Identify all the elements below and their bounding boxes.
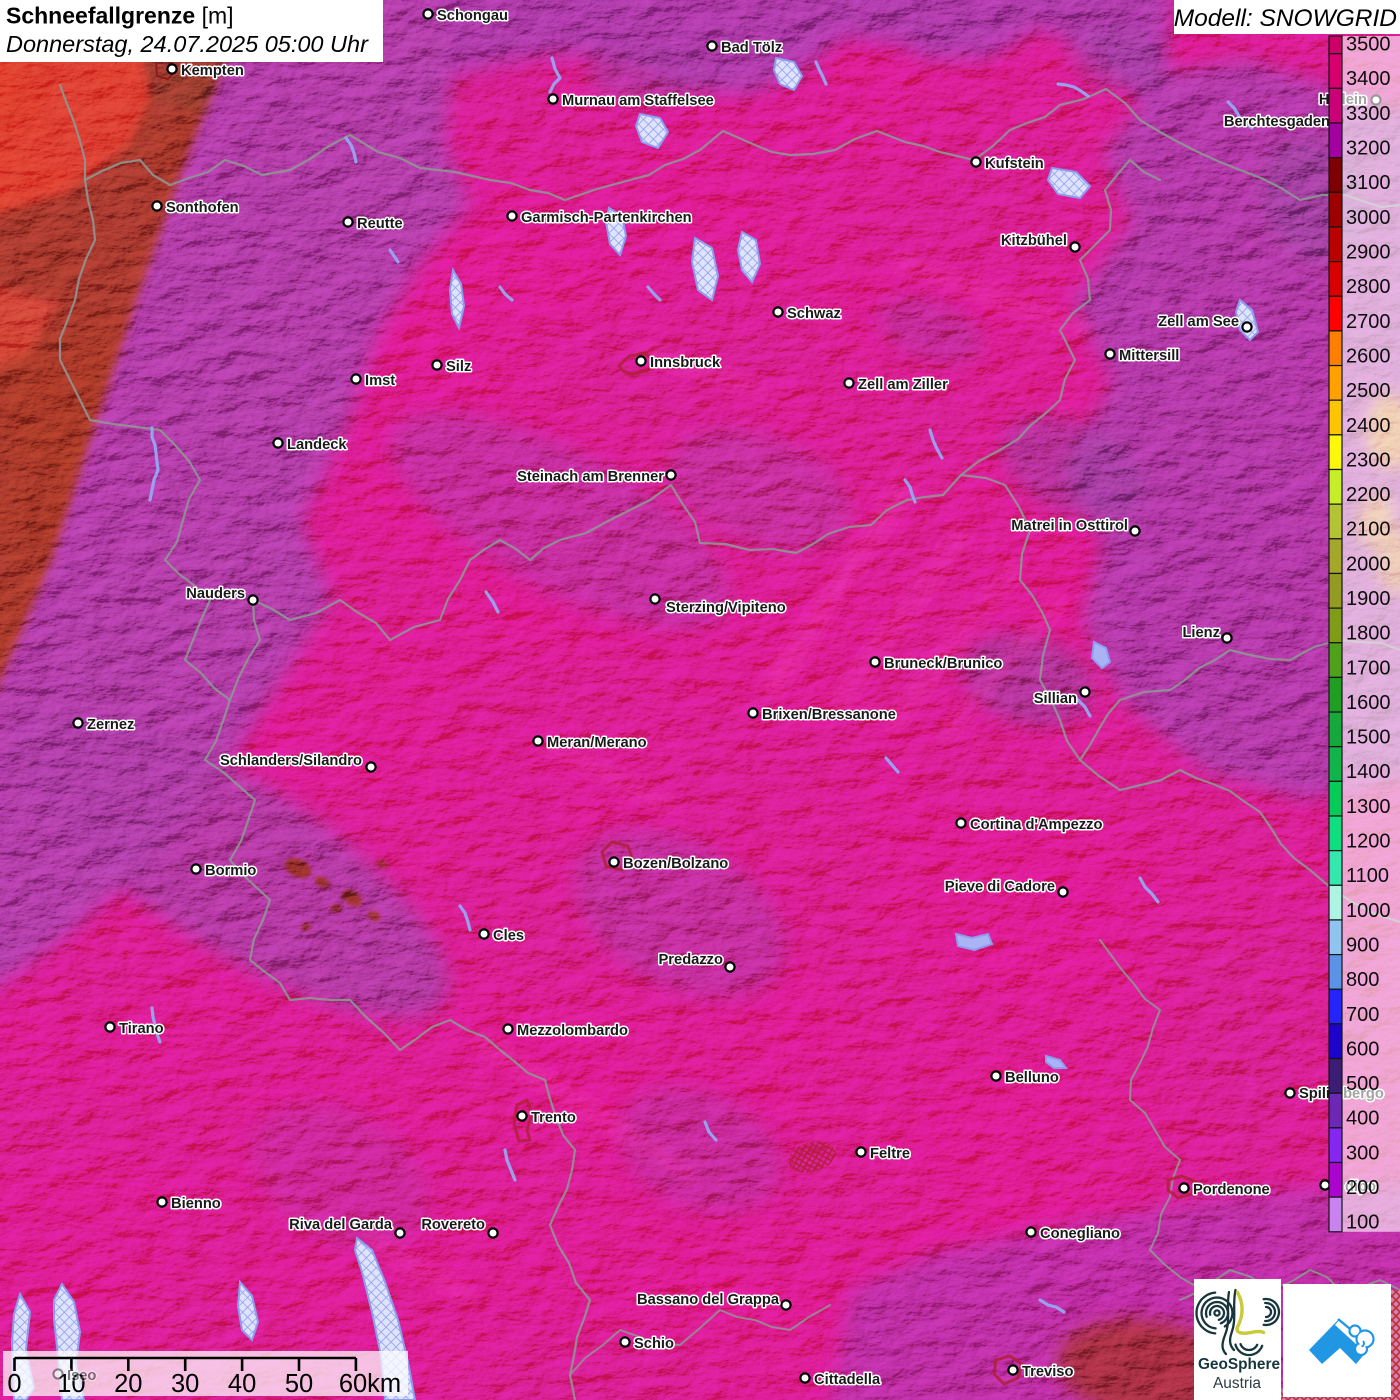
svg-text:Bad Tölz: Bad Tölz [721,40,782,56]
svg-text:Schwaz: Schwaz [787,306,841,322]
svg-text:2100: 2100 [1346,519,1391,541]
svg-text:2300: 2300 [1346,449,1391,471]
svg-text:20: 20 [114,1370,142,1398]
svg-text:2800: 2800 [1346,276,1391,298]
svg-text:Sonthofen: Sonthofen [166,200,239,216]
svg-text:Iseo: Iseo [67,1368,96,1384]
svg-text:2600: 2600 [1346,345,1391,367]
svg-text:Kempten: Kempten [181,63,244,79]
svg-text:Cles: Cles [493,928,524,944]
svg-text:300: 300 [1346,1142,1379,1164]
svg-text:60km: 60km [339,1370,401,1398]
svg-text:Mittersill: Mittersill [1119,348,1179,364]
svg-text:Trento: Trento [531,1110,576,1126]
svg-text:1800: 1800 [1346,623,1391,645]
svg-text:Bassano del Grappa: Bassano del Grappa [637,1292,780,1308]
svg-text:Garmisch-Partenkirchen: Garmisch-Partenkirchen [521,210,692,226]
svg-text:Matrei in Osttirol: Matrei in Osttirol [1011,518,1128,534]
svg-text:Mezzolombardo: Mezzolombardo [517,1023,628,1039]
svg-text:Imst: Imst [365,373,395,389]
svg-text:Berchtesgaden: Berchtesgaden [1224,114,1330,130]
svg-text:500: 500 [1346,1073,1379,1095]
svg-text:3400: 3400 [1346,68,1391,90]
svg-text:Predazzo: Predazzo [659,952,724,968]
svg-text:Brixen/Bressanone: Brixen/Bressanone [762,707,896,723]
svg-text:1300: 1300 [1346,796,1391,818]
svg-text:Treviso: Treviso [1022,1364,1073,1380]
svg-text:40: 40 [228,1370,256,1398]
svg-text:2500: 2500 [1346,380,1391,402]
svg-text:Schongau: Schongau [437,8,508,24]
svg-text:3500: 3500 [1346,34,1391,56]
svg-text:200: 200 [1346,1177,1379,1199]
svg-text:Donnerstag, 24.07.2025 05:00 U: Donnerstag, 24.07.2025 05:00 Uhr [6,31,369,57]
svg-text:Feltre: Feltre [870,1146,910,1162]
svg-text:1000: 1000 [1346,900,1391,922]
svg-text:Bozen/Bolzano: Bozen/Bolzano [623,856,728,872]
svg-text:2000: 2000 [1346,553,1391,575]
svg-text:3300: 3300 [1346,103,1391,125]
svg-text:900: 900 [1346,935,1379,957]
svg-text:3100: 3100 [1346,172,1391,194]
svg-text:Modell: SNOWGRID: Modell: SNOWGRID [1174,5,1397,32]
svg-text:Bienno: Bienno [171,1196,221,1212]
svg-text:Schio: Schio [634,1336,674,1352]
svg-text:1100: 1100 [1346,865,1389,887]
svg-text:3200: 3200 [1346,138,1391,160]
svg-text:Bruneck/Brunico: Bruneck/Brunico [884,656,1002,672]
svg-text:Riva del Garda: Riva del Garda [289,1217,393,1233]
svg-text:Sillian: Sillian [1034,691,1077,707]
svg-text:Pieve di Cadore: Pieve di Cadore [945,879,1055,895]
svg-text:Rovereto: Rovereto [421,1217,485,1233]
svg-text:Murnau am Staffelsee: Murnau am Staffelsee [562,93,714,109]
svg-text:1400: 1400 [1346,761,1391,783]
svg-text:50: 50 [285,1370,313,1398]
svg-text:3000: 3000 [1346,207,1391,229]
svg-text:400: 400 [1346,1108,1379,1130]
svg-text:2900: 2900 [1346,242,1391,264]
svg-text:Cittadella: Cittadella [814,1372,881,1388]
svg-text:Silz: Silz [446,359,471,375]
svg-text:Nauders: Nauders [186,586,245,602]
svg-text:Schlanders/Silandro: Schlanders/Silandro [220,753,362,769]
svg-text:Schneefallgrenze [m]: Schneefallgrenze [m] [6,3,234,29]
svg-text:Pordenone: Pordenone [1193,1182,1270,1198]
svg-text:Kufstein: Kufstein [985,156,1044,172]
svg-text:Zell am Ziller: Zell am Ziller [858,377,948,393]
svg-text:Tirano: Tirano [119,1021,164,1037]
svg-text:0: 0 [7,1370,21,1398]
svg-text:1700: 1700 [1346,657,1391,679]
svg-text:1600: 1600 [1346,692,1391,714]
svg-text:2400: 2400 [1346,415,1391,437]
svg-text:800: 800 [1346,969,1379,991]
svg-text:Steinach am Brenner: Steinach am Brenner [517,469,664,485]
svg-text:Cortina d'Ampezzo: Cortina d'Ampezzo [970,817,1102,833]
svg-text:1200: 1200 [1346,831,1391,853]
svg-text:Meran/Merano: Meran/Merano [547,735,647,751]
svg-text:700: 700 [1346,1004,1379,1026]
svg-text:Belluno: Belluno [1005,1070,1059,1086]
svg-text:Bormio: Bormio [205,863,256,879]
svg-text:Austria: Austria [1213,1375,1261,1392]
svg-text:GeoSphere: GeoSphere [1198,1356,1281,1373]
svg-text:600: 600 [1346,1038,1379,1060]
svg-text:Zernez: Zernez [87,717,134,733]
svg-text:Innsbruck: Innsbruck [650,355,721,371]
svg-text:30: 30 [171,1370,199,1398]
svg-text:2700: 2700 [1346,311,1391,333]
svg-text:Kitzbühel: Kitzbühel [1001,233,1067,249]
svg-text:Conegliano: Conegliano [1040,1226,1120,1242]
svg-text:100: 100 [1346,1212,1379,1234]
svg-text:Reutte: Reutte [357,216,403,232]
svg-text:1900: 1900 [1346,588,1391,610]
svg-text:2200: 2200 [1346,484,1391,506]
svg-text:Sterzing/Vipiteno: Sterzing/Vipiteno [666,600,786,616]
svg-text:1500: 1500 [1346,727,1391,749]
svg-text:Landeck: Landeck [287,437,347,453]
svg-text:Zell am See: Zell am See [1158,314,1239,330]
svg-text:Lienz: Lienz [1182,625,1220,641]
